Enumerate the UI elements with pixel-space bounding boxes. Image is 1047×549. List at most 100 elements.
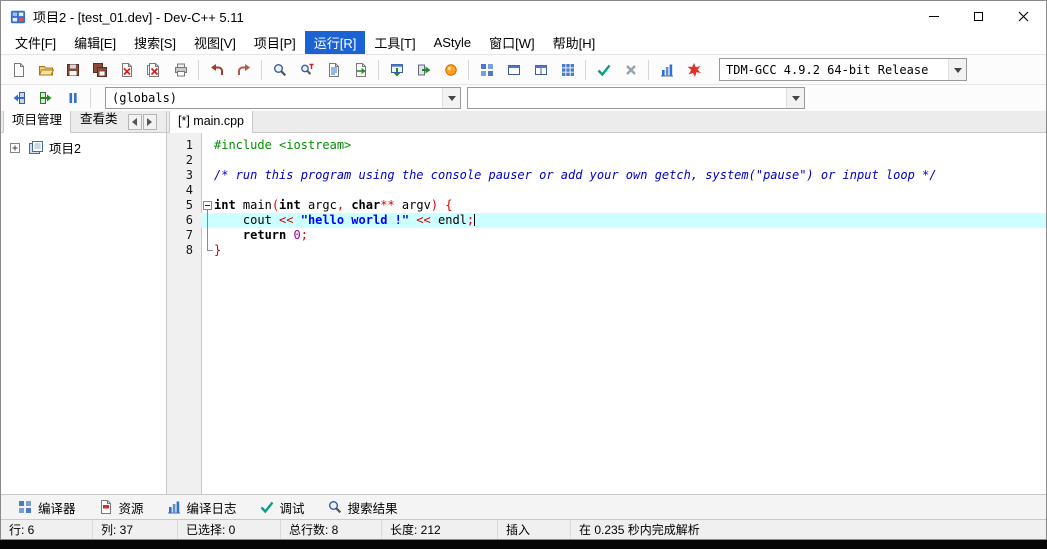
code-editor[interactable]: 1#include <iostream>23/* run this progra… bbox=[167, 133, 1046, 494]
toolbar-divider bbox=[468, 60, 469, 80]
abort-compile-button[interactable] bbox=[617, 57, 644, 82]
view-window-button[interactable] bbox=[500, 57, 527, 82]
view-grid2-button[interactable] bbox=[554, 57, 581, 82]
line-number: 8 bbox=[167, 243, 201, 258]
members-select[interactable] bbox=[467, 87, 805, 109]
globals-select-value: (globals) bbox=[106, 91, 442, 105]
code-line: 6 cout << "hello world !" << endl; bbox=[167, 213, 1046, 228]
code-line-body[interactable] bbox=[201, 153, 1046, 168]
menu-run[interactable]: 运行[R] bbox=[305, 31, 366, 54]
status-total-lines: 总行数: 8 bbox=[281, 520, 382, 539]
run-button[interactable] bbox=[410, 57, 437, 82]
compiler-select[interactable]: TDM-GCC 4.9.2 64-bit Release bbox=[719, 58, 967, 81]
jump-back-button[interactable] bbox=[5, 86, 32, 111]
code-text: cout << "hello world !" << endl; bbox=[214, 213, 475, 228]
close-button[interactable] bbox=[1001, 1, 1046, 31]
pause-button[interactable] bbox=[59, 86, 86, 111]
menu-tools[interactable]: 工具[T] bbox=[365, 31, 424, 54]
report-tab-compiler[interactable]: 编译器 bbox=[7, 496, 86, 519]
replace-button[interactable] bbox=[293, 57, 320, 82]
view-columns-button[interactable] bbox=[527, 57, 554, 82]
menu-view[interactable]: 视图[V] bbox=[185, 31, 245, 54]
code-line-body[interactable]: } bbox=[201, 243, 1046, 258]
open-file-button[interactable] bbox=[32, 57, 59, 82]
compile-icon bbox=[389, 62, 405, 78]
menu-file[interactable]: 文件[F] bbox=[6, 31, 65, 54]
minimize-button[interactable] bbox=[911, 1, 956, 31]
line-number: 4 bbox=[167, 183, 201, 198]
new-file-button[interactable] bbox=[5, 57, 32, 82]
print-button[interactable] bbox=[167, 57, 194, 82]
save-button[interactable] bbox=[59, 57, 86, 82]
line-number: 1 bbox=[167, 138, 201, 153]
fold-gutter bbox=[201, 138, 214, 153]
report-tab-search-results[interactable]: 搜索结果 bbox=[317, 496, 408, 519]
toolbar-divider bbox=[261, 60, 262, 80]
find-in-files-button[interactable] bbox=[320, 57, 347, 82]
app-icon bbox=[10, 8, 26, 24]
view-grid-icon bbox=[479, 62, 495, 78]
close-file-button[interactable] bbox=[113, 57, 140, 82]
code-line-body[interactable]: int main(int argc, char** argv) { bbox=[201, 198, 1046, 213]
titlebar: 项目2 - [test_01.dev] - Dev-C++ 5.11 bbox=[1, 1, 1046, 31]
code-line-body[interactable]: return 0; bbox=[201, 228, 1046, 243]
editor-tab-main-cpp[interactable]: [*] main.cpp bbox=[169, 111, 253, 133]
code-line: 5int main(int argc, char** argv) { bbox=[167, 198, 1046, 213]
profile-button[interactable] bbox=[653, 57, 680, 82]
report-tab-label: 搜索结果 bbox=[348, 498, 398, 517]
code-line-body[interactable]: /* run this program using the console pa… bbox=[201, 168, 1046, 183]
code-text: } bbox=[214, 243, 221, 258]
compile-button[interactable] bbox=[383, 57, 410, 82]
code-line-body[interactable] bbox=[201, 183, 1046, 198]
menu-search[interactable]: 搜索[S] bbox=[125, 31, 185, 54]
report-tab-compile-log[interactable]: 编译日志 bbox=[156, 496, 247, 519]
report-tab-label: 资源 bbox=[119, 498, 144, 517]
menu-project[interactable]: 项目[P] bbox=[245, 31, 305, 54]
sidebar-tab-class-viewer[interactable]: 查看类 bbox=[71, 111, 127, 132]
tree-item-项目2[interactable]: 项目2 bbox=[3, 137, 164, 158]
goto-line-button[interactable] bbox=[347, 57, 374, 82]
close-all-icon bbox=[146, 62, 162, 78]
compile-run-button[interactable] bbox=[437, 57, 464, 82]
close-icon bbox=[1018, 11, 1029, 22]
code-line-body[interactable]: cout << "hello world !" << endl; bbox=[201, 213, 1046, 228]
globals-select[interactable]: (globals) bbox=[105, 87, 461, 109]
menu-edit[interactable]: 编辑[E] bbox=[65, 31, 125, 54]
tab-scroll-left-button[interactable] bbox=[128, 114, 142, 130]
new-file-icon bbox=[11, 62, 27, 78]
profile-delete-button[interactable] bbox=[680, 57, 707, 82]
save-all-button[interactable] bbox=[86, 57, 113, 82]
toolbar-class-browser: (globals) bbox=[1, 84, 1046, 111]
tab-scroll-right-button[interactable] bbox=[143, 114, 157, 130]
tree-item-label: 项目2 bbox=[49, 138, 81, 157]
project-tree: 项目2 bbox=[1, 133, 166, 494]
line-number: 6 bbox=[167, 213, 201, 228]
menu-help[interactable]: 帮助[H] bbox=[544, 31, 605, 54]
expander-icon[interactable] bbox=[7, 140, 23, 156]
code-line: 4 bbox=[167, 183, 1046, 198]
close-all-button[interactable] bbox=[140, 57, 167, 82]
report-tab-bar: 编译器 资源 编译日志调试 搜索结果 bbox=[1, 494, 1046, 519]
syntax-check-button[interactable] bbox=[590, 57, 617, 82]
sidebar-tab-project-manager[interactable]: 项目管理 bbox=[3, 111, 71, 133]
view-grid-button[interactable] bbox=[473, 57, 500, 82]
report-tab-label: 编译日志 bbox=[187, 498, 237, 517]
editor-panel: [*] main.cpp 1#include <iostream>23/* ru… bbox=[167, 111, 1046, 494]
report-tab-debug[interactable]: 调试 bbox=[249, 496, 315, 519]
maximize-icon bbox=[974, 12, 983, 21]
close-file-icon bbox=[119, 62, 135, 78]
jump-forward-button[interactable] bbox=[32, 86, 59, 111]
report-tab-resources[interactable]: 资源 bbox=[88, 496, 154, 519]
code-line-body[interactable]: #include <iostream> bbox=[201, 138, 1046, 153]
undo-icon bbox=[209, 62, 225, 78]
maximize-button[interactable] bbox=[956, 1, 1001, 31]
find-button[interactable] bbox=[266, 57, 293, 82]
menu-window[interactable]: 窗口[W] bbox=[480, 31, 544, 54]
fold-collapse-icon[interactable] bbox=[201, 198, 214, 213]
profile-icon bbox=[166, 499, 182, 515]
chevron-down-icon bbox=[948, 59, 966, 80]
undo-button[interactable] bbox=[203, 57, 230, 82]
redo-button[interactable] bbox=[230, 57, 257, 82]
menu-astyle[interactable]: AStyle bbox=[425, 31, 481, 54]
background-screen-strip bbox=[0, 540, 1047, 549]
